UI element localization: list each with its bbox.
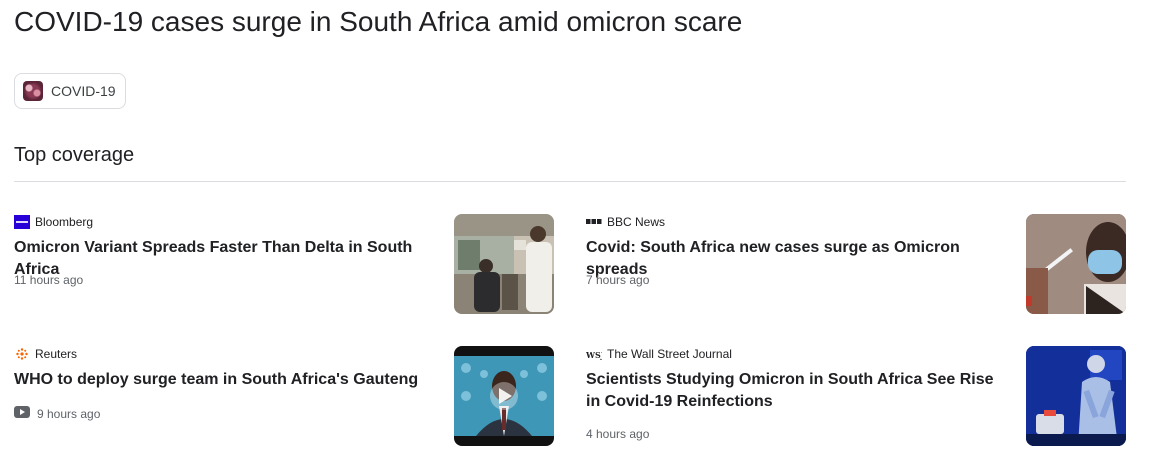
article-card[interactable]: Reuters WHO to deploy surge team in Sout… — [14, 346, 554, 446]
article-time: 7 hours ago — [586, 273, 650, 287]
svg-text:WSJ: WSJ — [586, 350, 602, 360]
wsj-logo-icon: WSJ — [586, 347, 602, 361]
covid-thumbnail-icon — [23, 81, 43, 101]
topic-chip-covid[interactable]: COVID-19 — [14, 73, 126, 109]
topic-chip-label: COVID-19 — [51, 83, 116, 99]
article-card[interactable]: BBC News Covid: South Africa new cases s… — [586, 214, 1126, 314]
article-meta: 4 hours ago — [586, 427, 649, 441]
article-card[interactable]: WSJ The Wall Street Journal Scientists S… — [586, 346, 1126, 446]
article-source[interactable]: WSJ The Wall Street Journal — [586, 346, 732, 362]
page-title: COVID-19 cases surge in South Africa ami… — [14, 6, 743, 37]
article-time: 9 hours ago — [37, 407, 101, 421]
source-name: Bloomberg — [35, 215, 94, 229]
article-time: 11 hours ago — [14, 273, 84, 287]
bloomberg-logo-icon — [14, 215, 30, 229]
article-thumbnail[interactable] — [1026, 214, 1126, 314]
source-name: The Wall Street Journal — [607, 347, 732, 361]
article-source[interactable]: BBC News — [586, 214, 665, 230]
article-thumbnail[interactable] — [454, 214, 554, 314]
article-headline[interactable]: Scientists Studying Omicron in South Afr… — [586, 369, 1011, 413]
youtube-icon — [14, 405, 30, 423]
article-meta: 9 hours ago — [14, 405, 100, 423]
article-thumbnail[interactable] — [1026, 346, 1126, 446]
article-headline[interactable]: Covid: South Africa new cases surge as O… — [586, 237, 1011, 281]
article-time: 4 hours ago — [586, 427, 650, 441]
article-meta: 11 hours ago — [14, 273, 83, 287]
source-name: BBC News — [607, 215, 666, 229]
article-headline[interactable]: WHO to deploy surge team in South Africa… — [14, 369, 439, 391]
article-card[interactable]: Bloomberg Omicron Variant Spreads Faster… — [14, 214, 554, 314]
article-meta: 7 hours ago — [586, 273, 649, 287]
reuters-logo-icon — [14, 347, 30, 361]
article-thumbnail[interactable] — [454, 346, 554, 446]
article-source[interactable]: Bloomberg — [14, 214, 93, 230]
section-title: Top coverage — [14, 144, 135, 166]
article-source[interactable]: Reuters — [14, 346, 77, 362]
bbc-logo-icon — [586, 215, 602, 229]
source-name: Reuters — [35, 347, 78, 361]
section-divider — [14, 181, 1126, 182]
